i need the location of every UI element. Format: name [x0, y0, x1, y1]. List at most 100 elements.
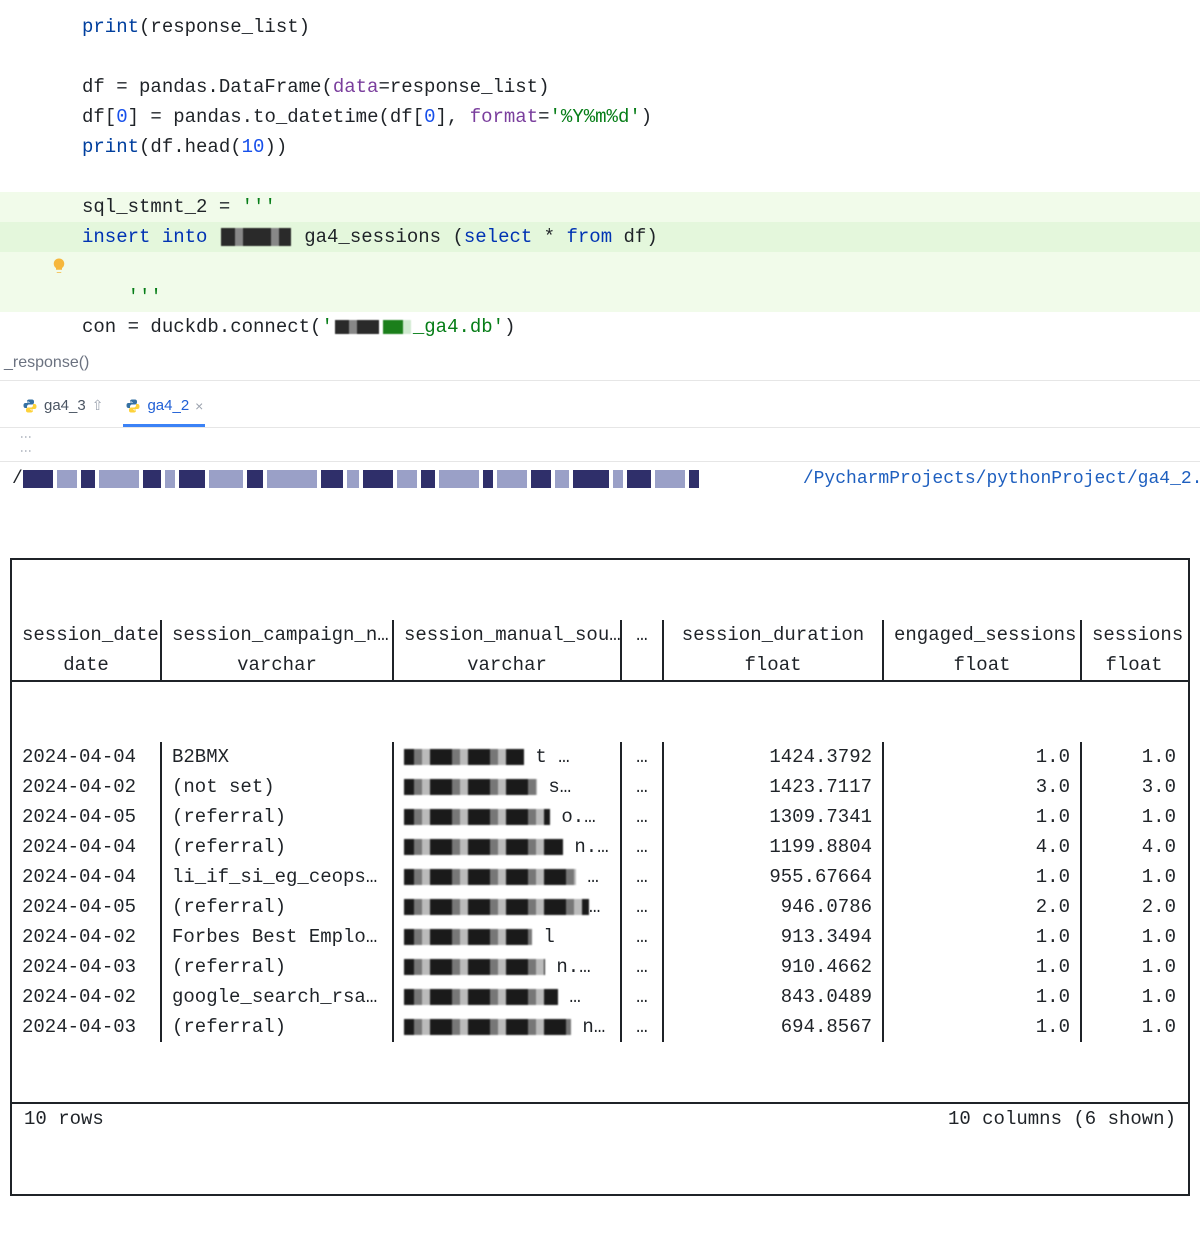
code-blank-line[interactable] [0, 162, 1200, 192]
sql-keyword: select [464, 226, 532, 248]
redacted-text [404, 749, 524, 765]
redacted-text [404, 959, 545, 975]
cell-source: o.… [394, 802, 622, 832]
cell-date: 2024-04-02 [12, 982, 162, 1012]
cell-ellipsis: … [622, 862, 664, 892]
cell-sessions: 2.0 [1082, 892, 1186, 922]
cell-sessions: 1.0 [1082, 802, 1186, 832]
cell-engaged: 3.0 [884, 772, 1082, 802]
code-text: df[ [82, 106, 116, 128]
code-text: = [538, 106, 549, 128]
redacted-text [404, 809, 550, 825]
cell-ellipsis: … [622, 832, 664, 862]
cell-source: l [394, 922, 622, 952]
cell-ellipsis: … [622, 892, 664, 922]
path-slash: / [12, 469, 23, 489]
cell-campaign: (referral) [162, 832, 394, 862]
cell-campaign: Forbes Best Employer [162, 922, 394, 952]
code-line[interactable]: print(response_list) [0, 12, 1200, 42]
cell-duration: 955.67664 [664, 862, 884, 892]
cell-sessions: 4.0 [1082, 832, 1186, 862]
cell-sessions: 1.0 [1082, 742, 1186, 772]
cell-source: ng… [394, 1012, 622, 1042]
script-path: / /PycharmProjects/pythonProject/ga4_2.p… [0, 462, 1200, 496]
builtin-print: print [82, 16, 139, 38]
table-body: 2024-04-04B2BMX t ……1424.37921.01.02024-… [12, 742, 1188, 1042]
cell-date: 2024-04-04 [12, 742, 162, 772]
cell-duration: 1424.3792 [664, 742, 884, 772]
string-literal: _ga4.db' [413, 316, 504, 338]
sql-keyword: from [567, 226, 613, 248]
table-row: 2024-04-04(referral) n.……1199.88044.04.0 [12, 832, 1188, 862]
cell-source: n.… [394, 832, 622, 862]
code-text: ga4_sessions ( [293, 226, 464, 248]
string-literal: ''' [128, 286, 162, 308]
code-text: )) [264, 136, 287, 158]
cell-duration: 1309.7341 [664, 802, 884, 832]
lightbulb-icon[interactable] [50, 257, 68, 275]
code-text: df = pandas.DataFrame( [82, 76, 333, 98]
col-engaged-sessions: engaged_sessionsfloat [884, 620, 1082, 680]
code-editor[interactable]: print(response_list) df = pandas.DataFra… [0, 0, 1200, 350]
cell-source: t … [394, 742, 622, 772]
breadcrumb-text: _response() [4, 354, 89, 371]
table-footer-row: 10 rows 10 columns (6 shown) [12, 1102, 1188, 1134]
code-text: con = duckdb.connect( [82, 316, 321, 338]
table-row: 2024-04-02Forbes Best Employer l…913.349… [12, 922, 1188, 952]
redacted-text [335, 320, 379, 334]
code-line[interactable]: con = duckdb.connect('_ga4.db') [0, 312, 1200, 342]
table-row: 2024-04-05(referral) o.……1309.73411.01.0 [12, 802, 1188, 832]
table-row: 2024-04-04li_if_si_eg_ceops_… ……955.6766… [12, 862, 1188, 892]
cell-duration: 913.3494 [664, 922, 884, 952]
cell-sessions: 3.0 [1082, 772, 1186, 802]
drag-handle-icon[interactable]: ⋮⋮ [18, 431, 32, 459]
console-output[interactable]: session_datedate session_campaign_n…varc… [0, 496, 1200, 1242]
table-row: 2024-04-04B2BMX t ……1424.37921.01.0 [12, 742, 1188, 772]
redacted-text [404, 869, 576, 885]
table-row: 2024-04-02(not set) s……1423.71173.03.0 [12, 772, 1188, 802]
result-table: session_datedate session_campaign_n…varc… [10, 558, 1190, 1196]
code-blank-line[interactable] [0, 42, 1200, 72]
cell-date: 2024-04-03 [12, 1012, 162, 1042]
path-text: /PycharmProjects/pythonProject/ga4_2.py [803, 469, 1200, 489]
code-line[interactable]: df[0] = pandas.to_datetime(df[0], format… [0, 102, 1200, 132]
tab-ga4-3[interactable]: ga4_3 ⇧ [20, 391, 105, 427]
code-text: sql_stmnt_2 = [82, 196, 242, 218]
code-line[interactable]: df = pandas.DataFrame(data=response_list… [0, 72, 1200, 102]
redacted-text [404, 779, 537, 795]
builtin-print: print [82, 136, 139, 158]
cell-ellipsis: … [622, 742, 664, 772]
cell-engaged: 1.0 [884, 802, 1082, 832]
python-icon [125, 398, 141, 414]
code-line-sql[interactable]: insert into ga4_sessions (select * from … [0, 222, 1200, 252]
number-literal: 10 [242, 136, 265, 158]
run-tabs: ga4_3 ⇧ ga4_2 × [0, 381, 1200, 428]
code-line[interactable]: sql_stmnt_2 = ''' [0, 192, 1200, 222]
cell-sessions: 1.0 [1082, 1012, 1186, 1042]
cell-date: 2024-04-04 [12, 862, 162, 892]
tab-ga4-2[interactable]: ga4_2 × [123, 391, 205, 427]
cell-duration: 1423.7117 [664, 772, 884, 802]
cell-date: 2024-04-04 [12, 832, 162, 862]
cell-ellipsis: … [622, 802, 664, 832]
code-text: (response_list) [139, 16, 310, 38]
col-session-manual-source: session_manual_sou…varchar [394, 620, 622, 680]
cell-source: n.… [394, 892, 622, 922]
col-session-campaign: session_campaign_n…varchar [162, 620, 394, 680]
cell-campaign: (referral) [162, 1012, 394, 1042]
code-line[interactable]: print(df.head(10)) [0, 132, 1200, 162]
code-text: ) [504, 316, 515, 338]
cell-engaged: 2.0 [884, 892, 1082, 922]
redacted-path [23, 468, 803, 490]
redacted-text [404, 929, 532, 945]
footer-colcount: 10 columns (6 shown) [948, 1104, 1176, 1134]
cell-campaign: google_search_rsa_… [162, 982, 394, 1012]
pin-icon[interactable]: ⇧ [92, 397, 104, 414]
cell-sessions: 1.0 [1082, 862, 1186, 892]
cell-ellipsis: … [622, 1012, 664, 1042]
code-line[interactable]: ''' [0, 252, 1200, 312]
close-icon[interactable]: × [195, 398, 203, 414]
code-text: (df.head( [139, 136, 242, 158]
run-toolbar: ⋮⋮ [0, 428, 1200, 462]
code-text: ] = pandas.to_datetime(df[ [128, 106, 424, 128]
